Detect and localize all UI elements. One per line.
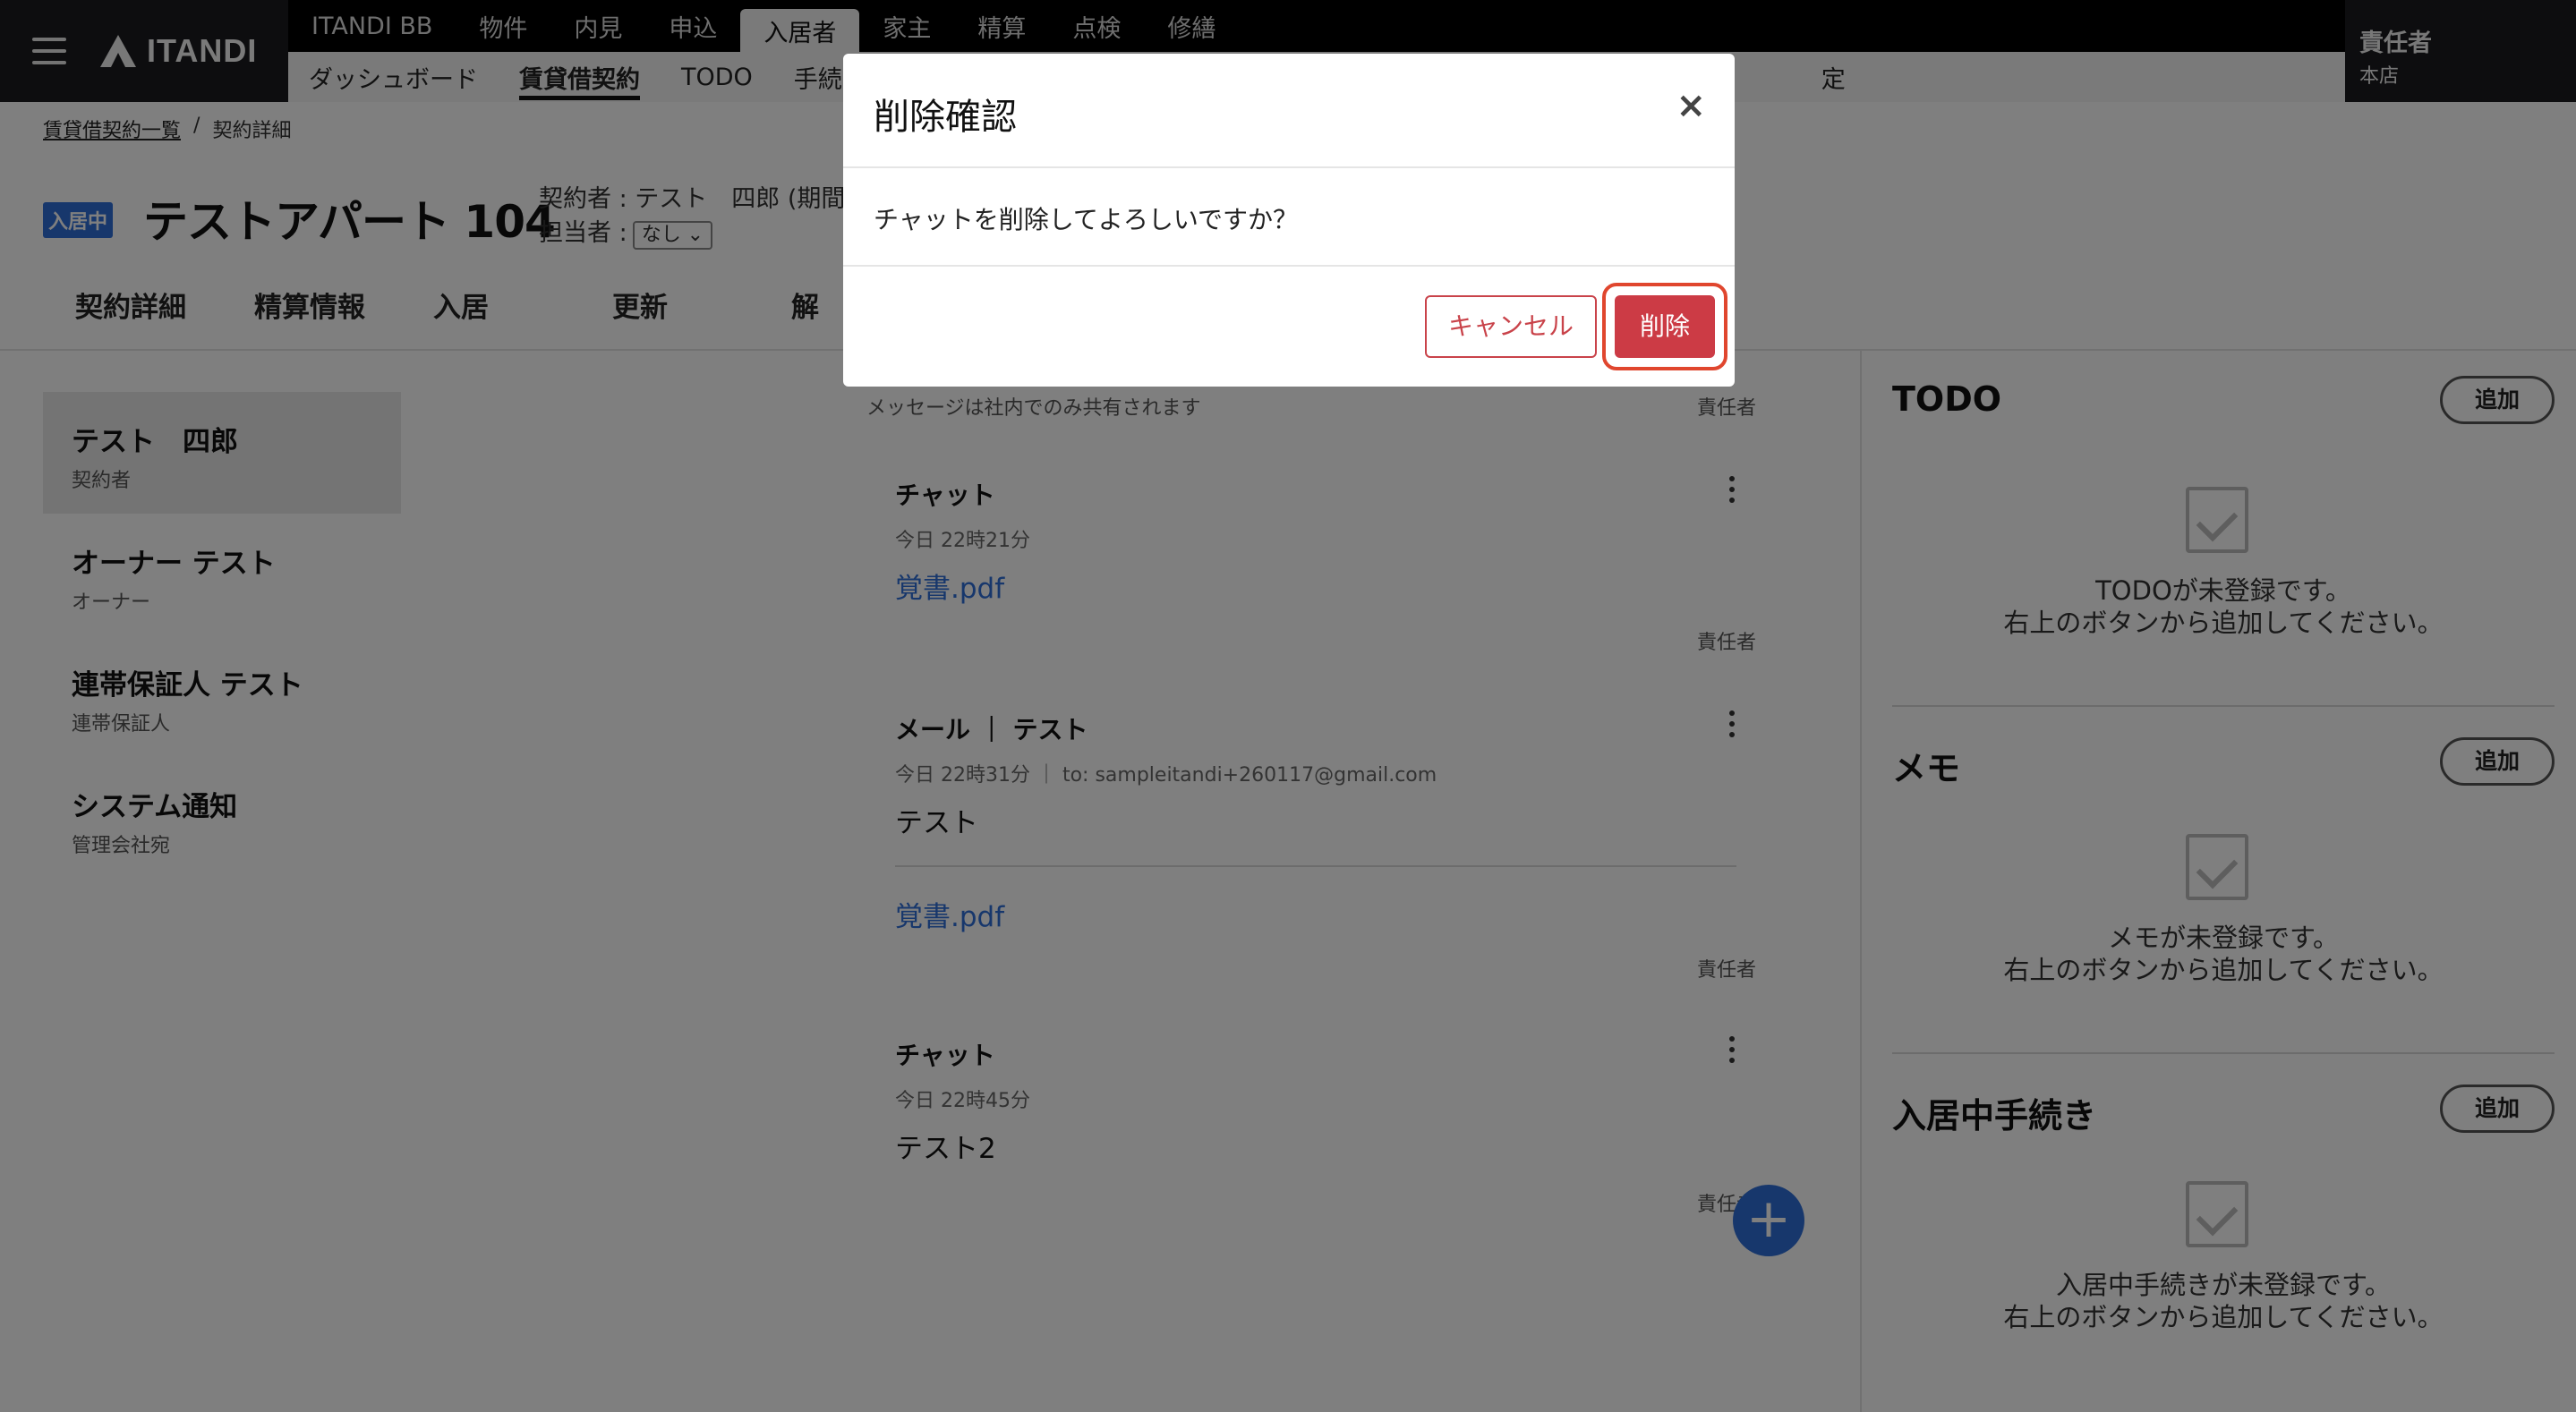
modal-footer: キャンセル 削除 [843, 267, 1735, 385]
delete-button[interactable]: 削除 [1615, 295, 1715, 358]
close-icon[interactable]: × [1676, 88, 1706, 123]
modal-message: チャットを削除してよろしいですか？ [843, 168, 1735, 267]
delete-button-highlight: 削除 [1602, 283, 1727, 370]
cancel-button[interactable]: キャンセル [1425, 295, 1597, 358]
delete-confirm-dialog: 削除確認 × チャットを削除してよろしいですか？ キャンセル 削除 [843, 54, 1735, 387]
modal-title: 削除確認 [874, 97, 1017, 138]
modal-header: 削除確認 × [843, 54, 1735, 168]
